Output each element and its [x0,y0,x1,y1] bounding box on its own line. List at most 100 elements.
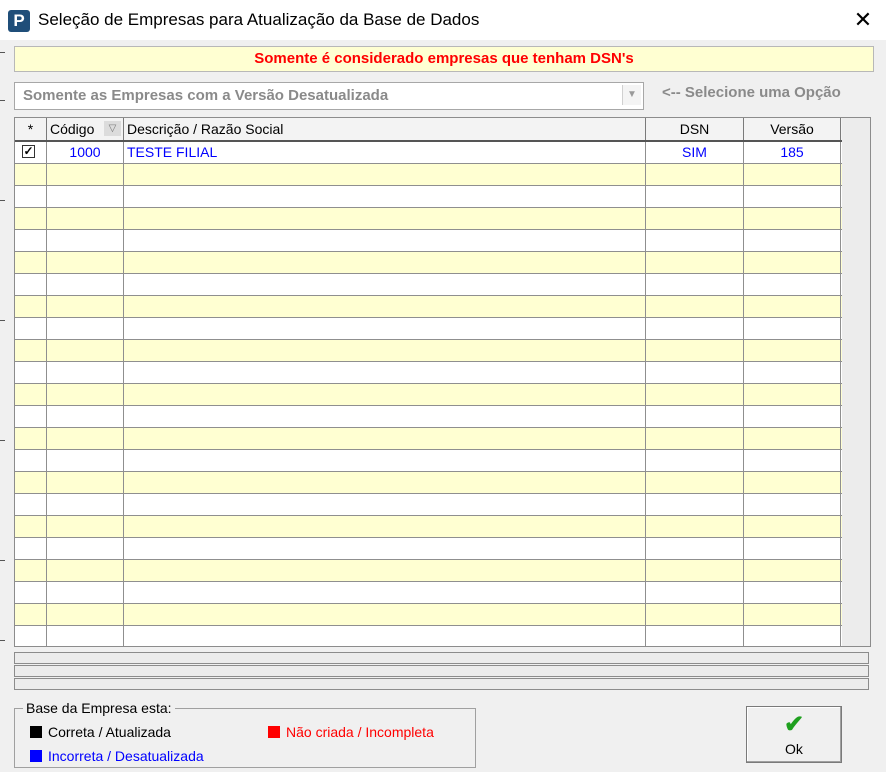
cell-versao [744,208,841,229]
cell-descricao [124,384,646,405]
table-row[interactable] [15,538,842,560]
legend-swatch [30,750,42,762]
cell-dsn: SIM [646,142,744,163]
cell-sel[interactable] [15,450,47,471]
cell-versao [744,318,841,339]
cell-sel[interactable] [15,604,47,625]
cell-dsn [646,318,744,339]
column-header-codigo-label: Código [50,121,95,137]
table-row[interactable] [15,164,842,186]
table-row[interactable]: ✓ 1000 TESTE FILIAL SIM 185 [15,142,842,164]
legend-label: Correta / Atualizada [48,724,171,740]
table-row[interactable] [15,362,842,384]
table-row[interactable] [15,516,842,538]
cell-dsn [646,230,744,251]
cell-versao [744,186,841,207]
cell-versao [744,604,841,625]
cell-descricao [124,560,646,581]
table-row[interactable] [15,626,842,646]
cell-sel[interactable] [15,472,47,493]
cell-sel[interactable] [15,494,47,515]
cell-descricao [124,450,646,471]
cell-versao [744,428,841,449]
column-header-descricao[interactable]: Descrição / Razão Social [124,118,646,140]
filter-select[interactable]: Somente as Empresas com a Versão Desatua… [14,82,644,110]
table-row[interactable] [15,450,842,472]
cell-codigo [47,604,124,625]
cell-dsn [646,604,744,625]
table-row[interactable] [15,384,842,406]
cell-sel[interactable] [15,164,47,185]
cell-sel[interactable] [15,560,47,581]
cell-codigo [47,516,124,537]
cell-sel[interactable] [15,340,47,361]
cell-codigo [47,538,124,559]
cell-sel[interactable] [15,318,47,339]
table-row[interactable] [15,604,842,626]
cell-dsn [646,406,744,427]
cell-sel[interactable] [15,362,47,383]
grid-header: * Código ▽ Descrição / Razão Social DSN … [15,118,842,142]
cell-sel[interactable] [15,582,47,603]
cell-versao [744,516,841,537]
cell-sel[interactable] [15,538,47,559]
cell-descricao [124,428,646,449]
cell-codigo [47,362,124,383]
cell-codigo [47,494,124,515]
table-row[interactable] [15,208,842,230]
cell-versao [744,560,841,581]
cell-codigo [47,274,124,295]
cell-descricao [124,186,646,207]
column-header-versao[interactable]: Versão [744,118,841,140]
ok-button[interactable]: ✔ Ok [746,706,842,763]
close-button[interactable]: ✕ [840,0,886,40]
cell-sel[interactable] [15,428,47,449]
cell-descricao [124,472,646,493]
table-row[interactable] [15,340,842,362]
cell-codigo [47,230,124,251]
cell-versao [744,362,841,383]
window-edge [0,40,5,772]
cell-dsn [646,340,744,361]
cell-descricao [124,340,646,361]
table-row[interactable] [15,296,842,318]
table-row[interactable] [15,186,842,208]
cell-codigo [47,626,124,646]
row-select-checkbox[interactable]: ✓ [22,145,35,158]
cell-codigo [47,384,124,405]
column-header-codigo[interactable]: Código ▽ [47,118,124,140]
table-row[interactable] [15,230,842,252]
cell-sel[interactable] [15,516,47,537]
cell-sel[interactable] [15,384,47,405]
cell-versao [744,494,841,515]
legend-item-nao-criada: Não criada / Incompleta [268,724,434,740]
filter-icon[interactable]: ▽ [104,121,121,136]
cell-versao [744,472,841,493]
table-row[interactable] [15,472,842,494]
cell-descricao [124,406,646,427]
cell-codigo [47,340,124,361]
table-row[interactable] [15,494,842,516]
cell-sel[interactable] [15,252,47,273]
chevron-down-icon[interactable]: ▼ [622,85,641,105]
table-row[interactable] [15,560,842,582]
column-header-dsn[interactable]: DSN [646,118,744,140]
table-row[interactable] [15,406,842,428]
cell-sel[interactable]: ✓ [15,142,47,163]
cell-dsn [646,296,744,317]
cell-sel[interactable] [15,274,47,295]
cell-versao [744,252,841,273]
table-row[interactable] [15,428,842,450]
cell-sel[interactable] [15,296,47,317]
cell-sel[interactable] [15,230,47,251]
cell-sel[interactable] [15,208,47,229]
table-row[interactable] [15,252,842,274]
cell-sel[interactable] [15,406,47,427]
table-row[interactable] [15,274,842,296]
cell-sel[interactable] [15,186,47,207]
table-row[interactable] [15,582,842,604]
cell-dsn [646,208,744,229]
cell-sel[interactable] [15,626,47,646]
table-row[interactable] [15,318,842,340]
column-header-select[interactable]: * [15,118,47,140]
